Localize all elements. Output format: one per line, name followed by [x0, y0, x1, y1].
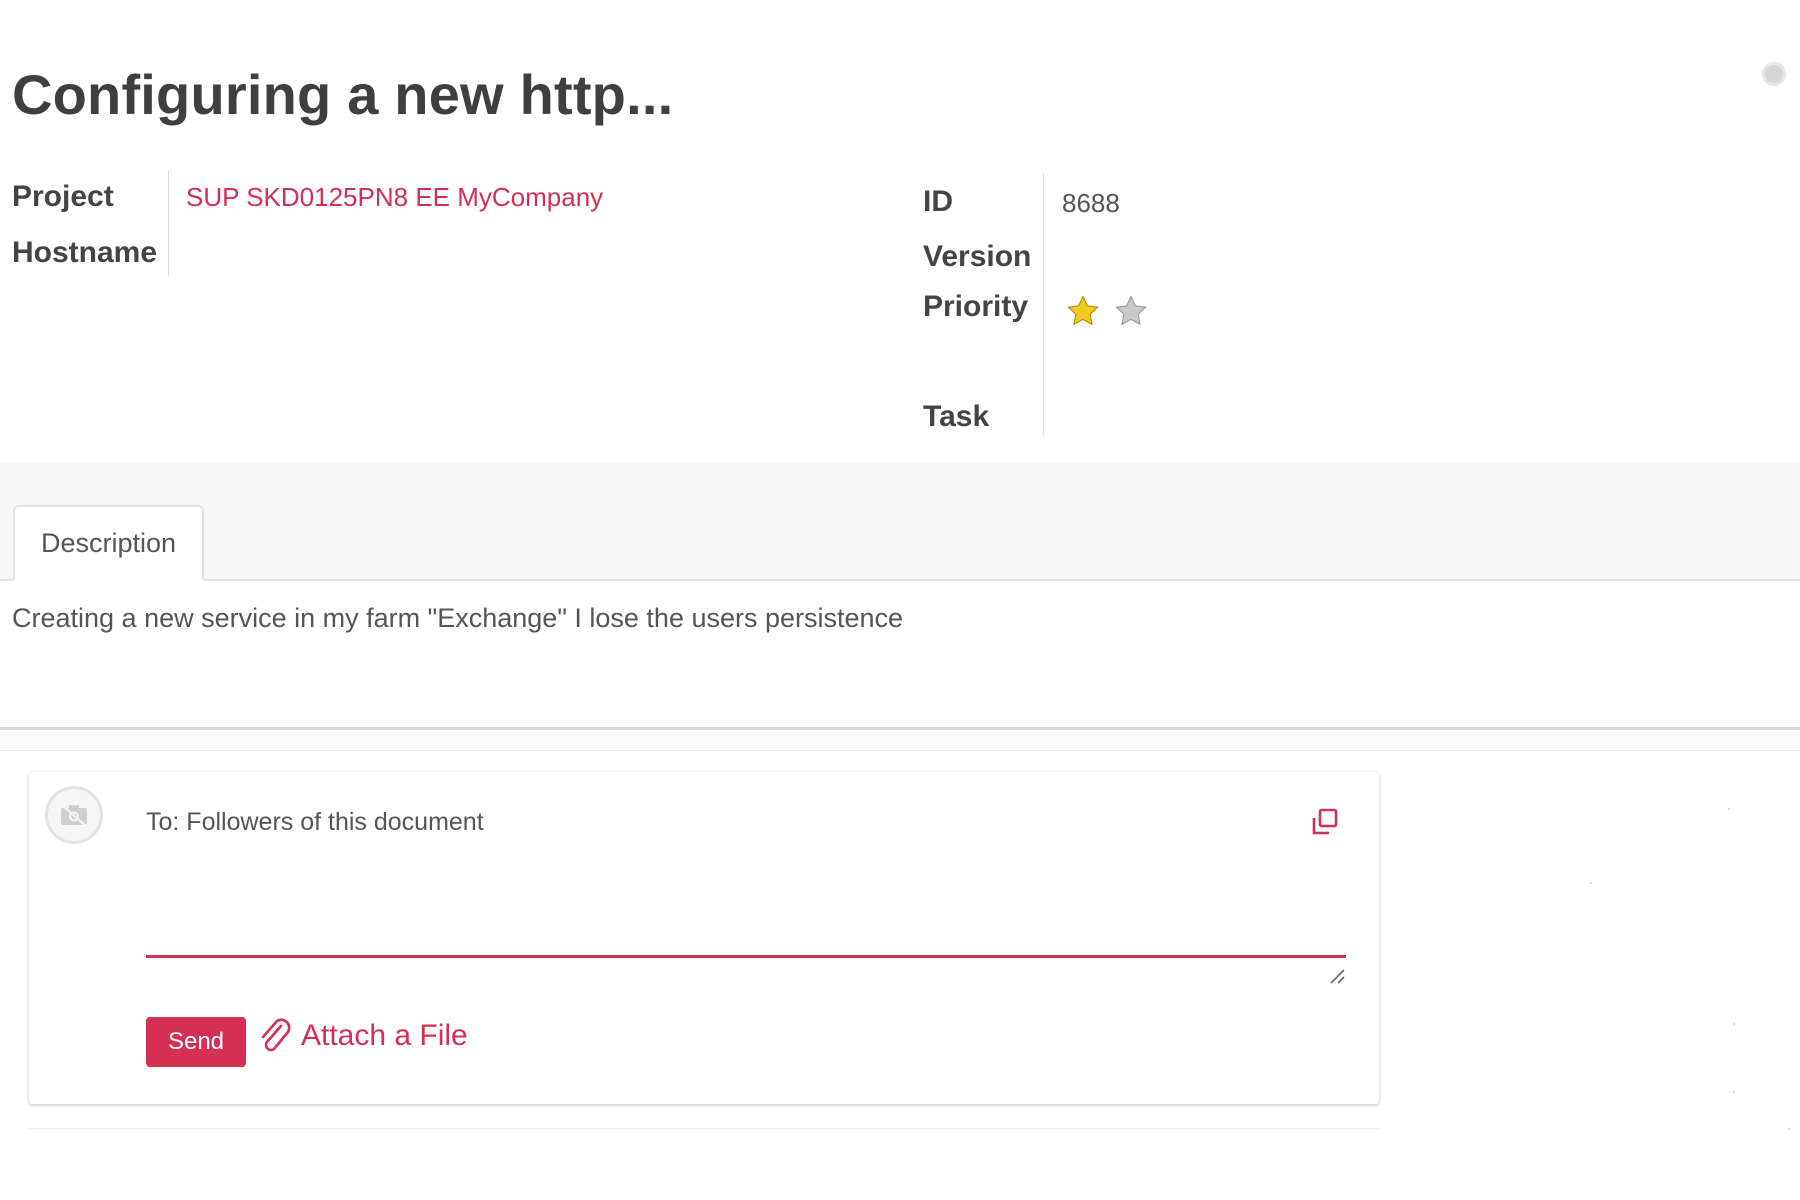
attach-file-button[interactable]: Attach a File [257, 1016, 468, 1056]
message-input[interactable] [146, 850, 1346, 958]
resize-grip-icon[interactable] [1329, 968, 1345, 984]
id-value: 8688 [1062, 188, 1120, 218]
star-icon[interactable] [1066, 294, 1100, 328]
project-link[interactable]: SUP SKD0125PN8 EE MyCompany [186, 182, 603, 212]
recipients-line: To: Followers of this document [146, 808, 484, 836]
message-composer: To: Followers of this document Send Atta… [29, 772, 1379, 1104]
hostname-label: Hostname [12, 236, 158, 269]
attach-file-label: Attach a File [301, 1019, 468, 1052]
avatar [45, 786, 103, 844]
priority-widget[interactable] [1066, 294, 1148, 328]
status-dot-icon[interactable] [1762, 62, 1786, 86]
description-text[interactable]: Creating a new service in my farm "Excha… [12, 603, 903, 634]
project-label: Project [12, 180, 114, 213]
left-group-separator [168, 170, 169, 276]
tabs-bar [0, 463, 1800, 580]
task-label: Task [923, 400, 990, 433]
star-icon[interactable] [1114, 294, 1148, 328]
right-group-separator [1043, 174, 1044, 436]
speck [1788, 1128, 1790, 1130]
task-form-page: Configuring a new http... Project SUP SK… [0, 0, 1800, 1200]
avatar-placeholder-icon [61, 804, 87, 827]
next-message-edge [29, 1128, 1379, 1137]
speck [1728, 808, 1730, 810]
priority-label: Priority [923, 290, 1029, 323]
send-button[interactable]: Send [146, 1017, 246, 1067]
id-label: ID [923, 185, 953, 218]
tab-description[interactable]: Description [13, 505, 204, 581]
speck [1590, 882, 1592, 884]
paperclip-icon [261, 1018, 291, 1052]
chatter-divider [0, 750, 1800, 751]
chatter-top-band [0, 730, 1800, 750]
tabs-underline [0, 579, 1800, 581]
page-title: Configuring a new http... [12, 63, 674, 126]
project-field: SUP SKD0125PN8 EE MyCompany [186, 182, 603, 213]
speck [1733, 1091, 1735, 1093]
version-label: Version [923, 240, 1032, 273]
expand-icon[interactable] [1309, 806, 1341, 838]
speck [1733, 1023, 1735, 1025]
